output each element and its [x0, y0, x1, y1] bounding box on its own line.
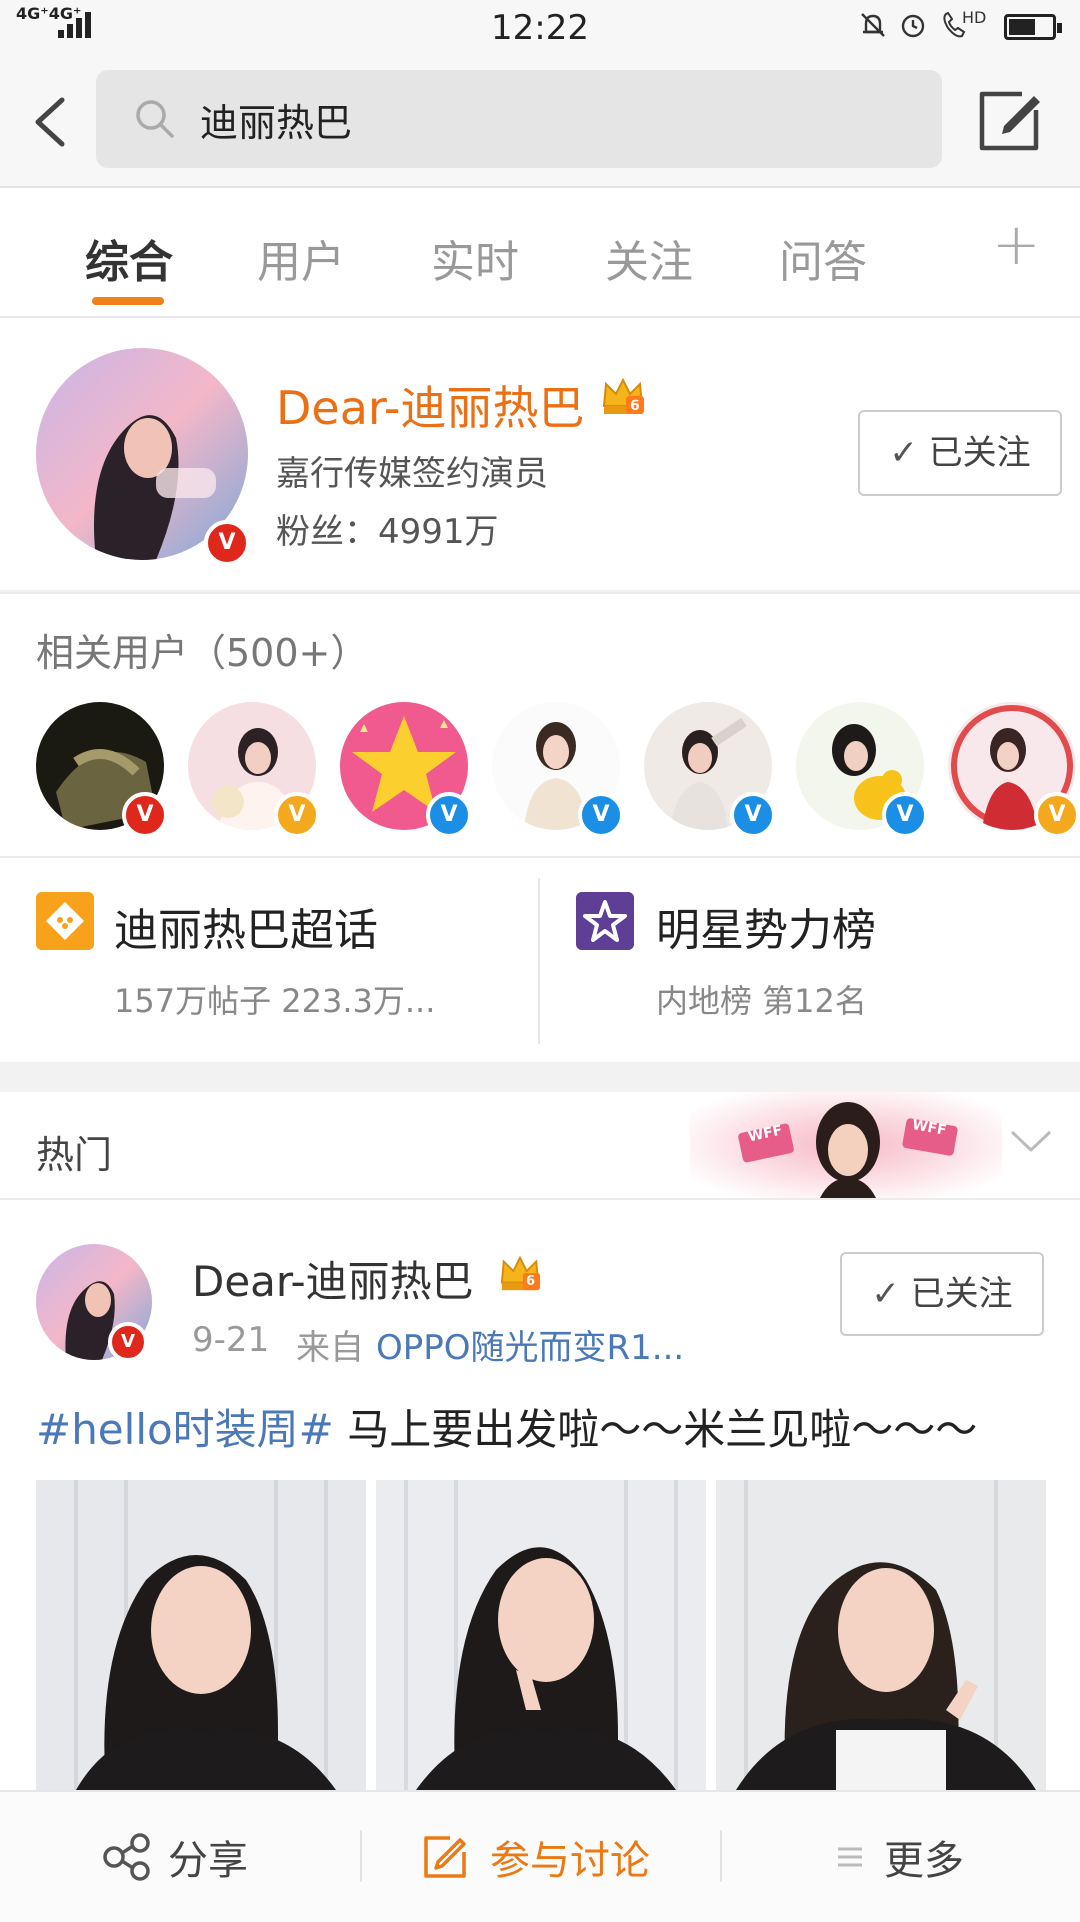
- follow-button[interactable]: ✓ 已关注: [840, 1252, 1044, 1336]
- checkmark-icon: ✓: [889, 433, 918, 473]
- hashtag-link[interactable]: #hello时装周#: [36, 1405, 334, 1454]
- more-button[interactable]: 更多: [836, 1828, 964, 1886]
- tab-comprehensive[interactable]: 综合: [64, 226, 194, 290]
- checkmark-icon: ✓: [871, 1274, 900, 1314]
- join-discussion-label: 参与讨论: [490, 1838, 650, 1884]
- edit-icon: [424, 1836, 466, 1878]
- vip-crown-icon: [500, 1255, 541, 1291]
- post-image[interactable]: [36, 1480, 366, 1790]
- verified-badge: V: [274, 792, 320, 838]
- related-users-title[interactable]: 相关用户（500+）: [36, 622, 368, 677]
- follow-label: 已关注: [928, 433, 1031, 473]
- supertopic-card[interactable]: [0, 858, 536, 1062]
- related-users-section: 相关用户（500+） V V V V V V V: [0, 592, 1080, 856]
- result-tabs: 综合 用户 实时 关注 问答 +: [0, 188, 1080, 319]
- divider: [360, 1830, 362, 1882]
- status-bar: 4G⁺4G⁺ 12:22 HD: [0, 0, 1080, 58]
- supertopic-stats: 157万帖子 223.3万...: [114, 982, 436, 1020]
- follow-label: 已关注: [910, 1274, 1013, 1314]
- verified-badge: V: [108, 1322, 148, 1362]
- profile-card[interactable]: V Dear-迪丽热巴 6 嘉行传媒签约演员 粉丝：4991万 ✓ 已关注: [0, 318, 1080, 590]
- post-image[interactable]: [716, 1480, 1046, 1790]
- vip-level: 6: [630, 398, 640, 414]
- feed-post[interactable]: V Dear-迪丽热巴 6 9-21 来自 OPPO随光而变R1... ✓ 已关…: [0, 1200, 1080, 1790]
- join-discussion-button[interactable]: 参与讨论: [420, 1828, 650, 1886]
- battery-icon: [1004, 14, 1062, 40]
- compose-icon[interactable]: [974, 88, 1044, 154]
- post-body: 马上要出发啦～～米兰见啦～～～: [333, 1405, 978, 1454]
- star-ranking-card[interactable]: [540, 858, 1080, 1062]
- topic-cards: 迪丽热巴超话 157万帖子 223.3万... 明星势力榜 内地榜 第12名: [0, 856, 1080, 1062]
- supertopic-title: 迪丽热巴超话: [114, 905, 378, 956]
- tab-realtime[interactable]: 实时: [410, 226, 540, 290]
- post-text: #hello时装周# 马上要出发啦～～米兰见啦～～～: [36, 1396, 977, 1457]
- back-arrow-icon[interactable]: [22, 86, 82, 156]
- add-tab-button[interactable]: +: [992, 210, 1041, 278]
- vip-level: 6: [526, 1274, 536, 1289]
- menu-icon: [838, 1847, 862, 1867]
- verified-badge: V: [426, 792, 472, 838]
- verified-badge: V: [730, 792, 776, 838]
- post-image[interactable]: [376, 1480, 706, 1790]
- search-bar[interactable]: 迪丽热巴: [96, 70, 942, 168]
- mute-bell-icon: [861, 13, 885, 37]
- verified-badge: V: [882, 792, 928, 838]
- star-ranking-rank: 内地榜 第12名: [656, 982, 867, 1020]
- post-author-name[interactable]: Dear-迪丽热巴: [192, 1248, 474, 1309]
- wff-promo-banner[interactable]: [690, 1092, 1002, 1198]
- tab-following[interactable]: 关注: [584, 226, 714, 290]
- share-label: 分享: [168, 1838, 248, 1884]
- bottom-action-bar: 分享 参与讨论 更多: [0, 1790, 1080, 1922]
- search-icon: [136, 100, 174, 138]
- follow-button[interactable]: ✓ 已关注: [858, 410, 1062, 496]
- divider: [720, 1830, 722, 1882]
- verified-badge: V: [204, 520, 250, 566]
- search-query[interactable]: 迪丽热巴: [200, 92, 352, 147]
- alarm-icon: [901, 14, 925, 38]
- profile-name[interactable]: Dear-迪丽热巴: [276, 372, 584, 438]
- star-ranking-title: 明星势力榜: [656, 905, 876, 956]
- profile-fans-count: 粉丝：4991万: [276, 512, 499, 552]
- post-source-device[interactable]: OPPO随光而变R1...: [376, 1320, 684, 1369]
- hot-section-header: 热门 WFF WFF: [0, 1092, 1080, 1200]
- more-label: 更多: [884, 1838, 964, 1884]
- post-source-label: 来自: [296, 1328, 364, 1368]
- verified-badge: V: [578, 792, 624, 838]
- star-ranking-icon: [576, 892, 634, 950]
- hot-title: 热门: [36, 1133, 113, 1177]
- share-icon: [103, 1833, 150, 1881]
- profile-description: 嘉行传媒签约演员: [276, 454, 548, 494]
- supertopic-diamond-icon: [36, 892, 94, 950]
- post-timestamp: 9-21: [192, 1320, 270, 1360]
- verified-badge: V: [1034, 792, 1080, 838]
- share-button[interactable]: 分享: [100, 1828, 248, 1886]
- active-tab-indicator: [92, 297, 164, 305]
- top-nav-bar: 迪丽热巴: [0, 58, 1080, 188]
- tab-qa[interactable]: 问答: [758, 226, 888, 290]
- hd-label: HD: [962, 8, 987, 27]
- verified-badge: V: [122, 792, 168, 838]
- tab-users[interactable]: 用户: [236, 226, 366, 290]
- chevron-down-icon[interactable]: [1008, 1126, 1054, 1156]
